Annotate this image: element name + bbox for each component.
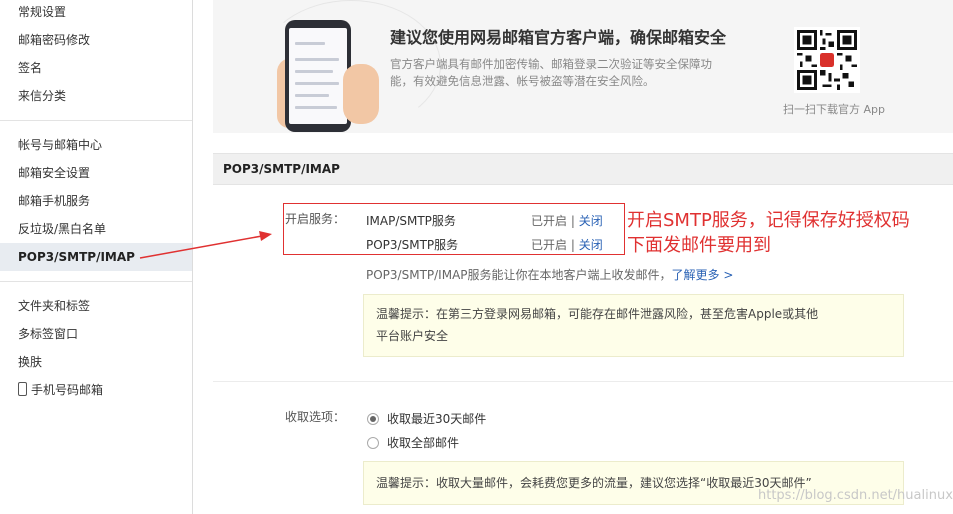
annotation-highlight-box (283, 203, 625, 255)
sidebar-item-pop3-smtp-imap[interactable]: POP3/SMTP/IMAP (18, 247, 135, 267)
service-info: POP3/SMTP/IMAP服务能让你在本地客户端上收发邮件，了解更多 > (366, 266, 733, 283)
annotation-line2: 下面发邮件要用到 (627, 235, 771, 256)
sidebar-item-multi-tab[interactable]: 多标签窗口 (18, 324, 78, 344)
qr-caption: 扫一扫下载官方 App (783, 103, 885, 116)
sidebar-item-mail-filter[interactable]: 来信分类 (18, 86, 66, 106)
mobile-phone-icon (18, 382, 27, 396)
settings-sidebar: 常规设置 邮箱密码修改 签名 来信分类 帐号与邮箱中心 邮箱安全设置 邮箱手机服… (0, 0, 193, 514)
receive-options-label: 收取选项： (285, 410, 346, 424)
sidebar-item-skin[interactable]: 换肤 (18, 352, 42, 372)
radio-unchecked-icon[interactable] (367, 437, 379, 449)
sidebar-divider (0, 120, 192, 121)
sidebar-item-mobile-service[interactable]: 邮箱手机服务 (18, 191, 90, 211)
qr-code-icon (794, 27, 860, 93)
sidebar-item-phone-mailbox-label: 手机号码邮箱 (31, 383, 104, 397)
banner-description: 官方客户端具有邮件加密传输、邮箱登录二次验证等安全保障功能，有效避免信息泄露、帐… (390, 57, 712, 88)
sidebar-item-account-center[interactable]: 帐号与邮箱中心 (18, 135, 102, 155)
sidebar-item-security-settings[interactable]: 邮箱安全设置 (18, 163, 90, 183)
sidebar-divider (0, 281, 192, 282)
watermark: https://blog.csdn.net/hualinux (758, 488, 953, 503)
service-info-text: POP3/SMTP/IMAP服务能让你在本地客户端上收发邮件， (366, 268, 672, 282)
phone-screen (289, 28, 347, 124)
sidebar-item-folders-labels[interactable]: 文件夹和标签 (18, 296, 90, 316)
receive-recent-label: 收取最近30天邮件 (387, 412, 487, 426)
section-header: POP3/SMTP/IMAP (213, 153, 953, 185)
sidebar-item-general-settings[interactable]: 常规设置 (18, 2, 66, 22)
security-tip-line2: 平台账户安全 (376, 329, 449, 343)
phone-illustration (285, 20, 351, 132)
section-title: POP3/SMTP/IMAP (223, 162, 340, 176)
receive-all-label: 收取全部邮件 (387, 436, 460, 450)
security-tip-box: 温馨提示：在第三方登录网易邮箱，可能存在邮件泄露风险，甚至危害Apple或其他 … (363, 294, 904, 357)
learn-more-link[interactable]: 了解更多 > (672, 268, 734, 282)
annotation-note: 开启SMTP服务，记得保存好授权码 下面发邮件要用到 (627, 208, 910, 258)
sidebar-item-phone-mailbox[interactable]: 手机号码邮箱 (18, 380, 103, 400)
section-divider (213, 381, 953, 382)
radio-checked-icon[interactable] (367, 413, 379, 425)
receive-recent-30-days-option[interactable]: 收取最近30天邮件 (367, 410, 486, 427)
banner-title: 建议您使用网易邮箱官方客户端，确保邮箱安全 (390, 28, 727, 47)
client-app-banner: 建议您使用网易邮箱官方客户端，确保邮箱安全 官方客户端具有邮件加密传输、邮箱登录… (213, 0, 953, 133)
annotation-line1: 开启SMTP服务，记得保存好授权码 (627, 210, 910, 231)
security-tip-line1: 温馨提示：在第三方登录网易邮箱，可能存在邮件泄露风险，甚至危害Apple或其他 (376, 307, 819, 321)
receive-all-option[interactable]: 收取全部邮件 (367, 434, 459, 451)
sidebar-item-password-change[interactable]: 邮箱密码修改 (18, 30, 90, 50)
sidebar-item-signature[interactable]: 签名 (18, 58, 42, 78)
sidebar-item-spam-lists[interactable]: 反垃圾/黑白名单 (18, 219, 106, 239)
thumb-illustration (343, 64, 379, 124)
